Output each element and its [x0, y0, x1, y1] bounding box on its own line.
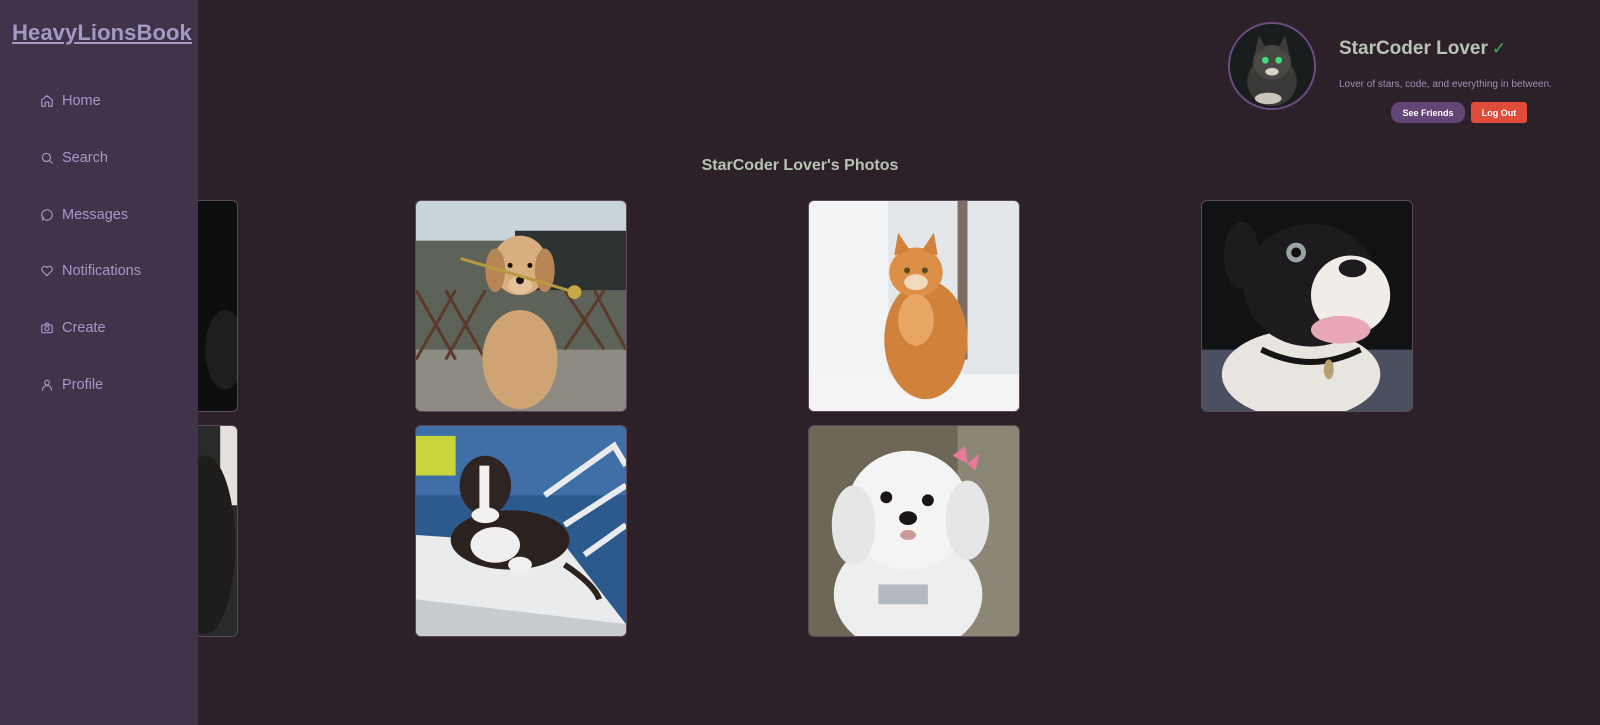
verified-icon: ✓: [1491, 39, 1507, 58]
message-icon: [40, 208, 54, 222]
see-friends-button[interactable]: See Friends: [1391, 102, 1465, 123]
photo-image: [416, 426, 626, 636]
profile-name-text: StarCoder Lover: [1339, 38, 1488, 59]
brand-logo-link[interactable]: HeavyLionsBook: [12, 20, 192, 46]
profile-bio: Lover of stars, code, and everything in …: [1339, 79, 1552, 90]
sidebar-item-label: Messages: [62, 207, 129, 223]
sidebar-item-label: Search: [62, 150, 108, 166]
sidebar-item-label: Create: [62, 320, 106, 336]
sidebar-item-create[interactable]: Create: [40, 316, 106, 340]
photo-image: [1202, 201, 1412, 411]
logout-button[interactable]: Log Out: [1471, 102, 1527, 123]
page: HeavyLionsBook Home Search Messages Noti…: [0, 0, 1600, 725]
sidebar-item-notifications[interactable]: Notifications: [40, 259, 141, 283]
sidebar-item-home[interactable]: Home: [40, 89, 101, 113]
photo-french-bulldog[interactable]: [1201, 200, 1413, 412]
avatar-image: [1230, 24, 1314, 108]
photo-image: [416, 201, 626, 411]
photo-image: [809, 426, 1019, 636]
sidebar-item-search[interactable]: Search: [40, 146, 108, 170]
sidebar: HeavyLionsBook Home Search Messages Noti…: [0, 0, 198, 725]
photo-golden-retriever[interactable]: [415, 200, 627, 412]
heart-icon: [40, 264, 54, 278]
sidebar-item-messages[interactable]: Messages: [40, 203, 128, 227]
sidebar-item-profile[interactable]: Profile: [40, 373, 103, 397]
search-icon: [40, 151, 54, 165]
user-icon: [40, 378, 54, 392]
sidebar-item-label: Notifications: [62, 263, 141, 279]
photo-maltese[interactable]: [808, 425, 1020, 637]
photos-title: StarCoder Lover's Photos: [701, 157, 899, 174]
photo-orange-cat[interactable]: [808, 200, 1020, 412]
sidebar-item-label: Profile: [62, 377, 104, 393]
avatar: [1228, 22, 1316, 110]
profile-name: StarCoder Lover ✓: [1339, 38, 1506, 60]
camera-icon: [40, 321, 54, 335]
sidebar-item-label: Home: [62, 93, 101, 109]
photo-image: [809, 201, 1019, 411]
photo-pitbull-puppy[interactable]: [415, 425, 627, 637]
home-icon: [40, 94, 54, 108]
